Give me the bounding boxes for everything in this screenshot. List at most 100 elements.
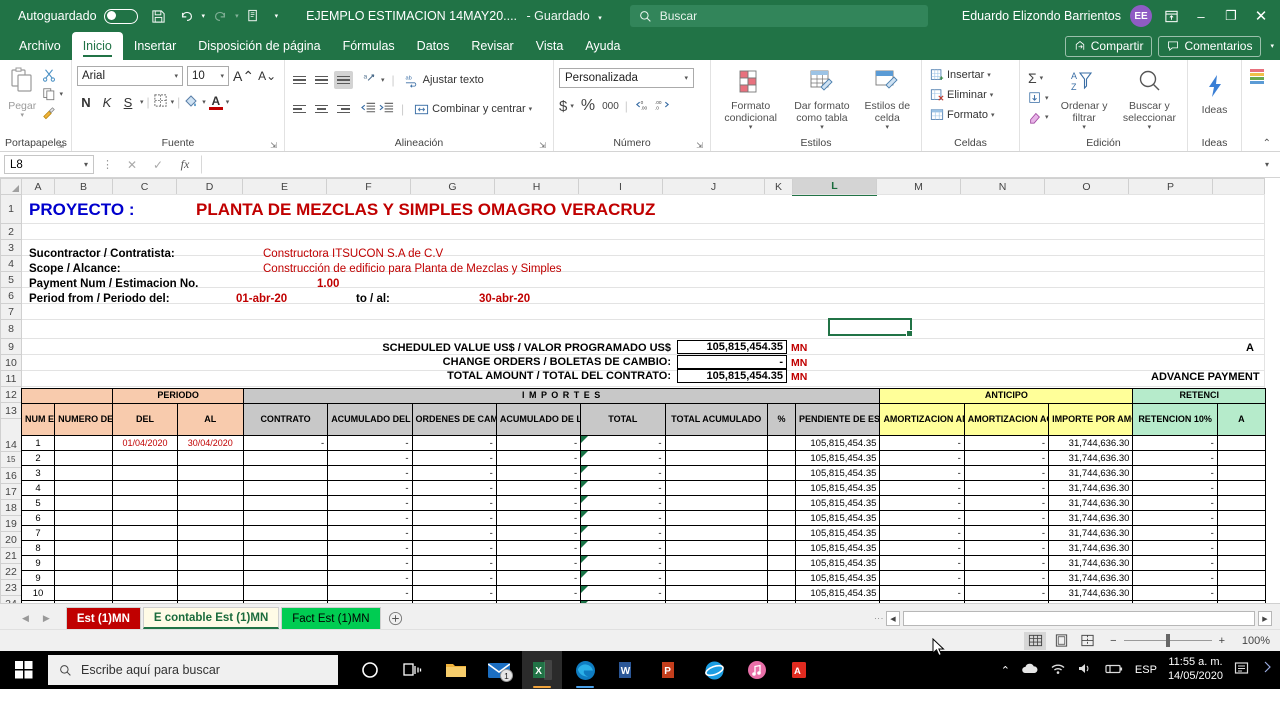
cell-amort[interactable]: - — [879, 525, 965, 541]
cell-amort_acum[interactable]: - — [963, 510, 1050, 526]
cell-retencion[interactable]: - — [1132, 540, 1218, 556]
cell-oc[interactable]: - — [411, 450, 497, 466]
row-header-1[interactable]: 1 — [0, 194, 22, 224]
total-amount-value[interactable]: 105,815,454.35 — [677, 369, 787, 383]
cell-pct[interactable] — [766, 480, 797, 496]
cell-acum_contrato[interactable]: - — [327, 495, 413, 511]
find-select-button[interactable]: Buscar y seleccionar ▾ — [1117, 65, 1182, 132]
cell-del[interactable] — [112, 600, 178, 603]
cell-factura[interactable] — [54, 600, 114, 603]
cut-button[interactable] — [39, 66, 66, 84]
sheet-tab-est-1-mn[interactable]: Est (1)MN — [65, 607, 141, 629]
cell-del[interactable] — [112, 465, 178, 481]
number-dialog-launcher[interactable]: ⇲ — [696, 141, 703, 150]
cell-est[interactable]: 6 — [21, 510, 56, 526]
cell-al[interactable] — [176, 555, 244, 571]
table-row[interactable]: 10- - - -105,815,454.35- -31,744,636.30- — [21, 585, 1267, 601]
cell-acum_contrato[interactable]: - — [327, 510, 413, 526]
tab-inicio[interactable]: Inicio — [71, 32, 123, 60]
cell-contrato[interactable] — [242, 570, 329, 586]
previous-sheet-icon[interactable]: ◀ — [22, 613, 29, 624]
redo-dropdown-icon[interactable]: ▾ — [235, 12, 239, 20]
cell-factura[interactable] — [54, 495, 114, 511]
row-header-16[interactable]: 16 — [0, 467, 22, 484]
column-header-e[interactable]: E — [242, 178, 327, 195]
column-header-i[interactable]: I — [578, 178, 663, 195]
cell-pendiente[interactable]: 105,815,454.35 — [794, 570, 881, 586]
cell-pct[interactable] — [766, 525, 797, 541]
increase-decimal-icon[interactable]: 0.00 — [634, 98, 651, 115]
cell-retencion[interactable]: - — [1132, 510, 1218, 526]
align-middle-icon[interactable] — [312, 71, 331, 89]
cell-del[interactable] — [112, 495, 178, 511]
windows-taskbar[interactable]: Escribe aquí para buscar 1 X W P A ⌃ ESP… — [0, 651, 1280, 689]
align-center-icon[interactable] — [312, 100, 331, 118]
cell-oc[interactable]: - — [411, 495, 497, 511]
cell-importe_amort[interactable]: 31,744,636.30 — [1048, 435, 1134, 451]
cell-al[interactable] — [176, 495, 244, 511]
cell-retencion-a[interactable] — [1216, 600, 1267, 603]
cell-amort[interactable]: - — [879, 585, 965, 601]
cell-amort_acum[interactable]: - — [963, 570, 1050, 586]
taskbar-app-icons[interactable]: 1 X W P A — [350, 651, 820, 689]
cell-factura[interactable] — [54, 585, 114, 601]
cell-pendiente[interactable]: 105,815,454.35 — [794, 555, 881, 571]
share-button[interactable]: Compartir — [1064, 35, 1153, 57]
column-header-k[interactable]: K — [764, 178, 793, 195]
page-layout-view-button[interactable] — [1050, 632, 1072, 650]
cell-pendiente[interactable]: 105,815,454.35 — [794, 465, 881, 481]
cell-total_acum[interactable] — [664, 435, 768, 451]
cell-al[interactable] — [176, 480, 244, 496]
clipboard-dialog-launcher[interactable]: ⇲ — [57, 141, 64, 150]
cell-retencion-a[interactable] — [1216, 540, 1267, 556]
row-header-4[interactable]: 4 — [0, 255, 22, 272]
column-header-f[interactable]: F — [326, 178, 411, 195]
cell-retencion[interactable]: - — [1132, 450, 1218, 466]
undo-dropdown-icon[interactable]: ▾ — [202, 12, 206, 20]
undo-icon[interactable] — [174, 3, 200, 29]
cell-al[interactable] — [176, 525, 244, 541]
column-header-b[interactable]: B — [54, 178, 113, 195]
decrease-indent-icon[interactable] — [361, 101, 376, 118]
cell-amort_acum[interactable]: - — [963, 540, 1050, 556]
cell-est[interactable]: 7 — [21, 525, 56, 541]
cell-amort[interactable]: - — [879, 480, 965, 496]
cell-del[interactable] — [112, 585, 178, 601]
alignment-dialog-launcher[interactable]: ⇲ — [539, 141, 546, 150]
battery-icon[interactable] — [1104, 662, 1124, 678]
cell-amort_acum[interactable]: - — [963, 555, 1050, 571]
cell-del[interactable] — [112, 540, 178, 556]
cell-pendiente[interactable]: 105,815,454.35 — [794, 510, 881, 526]
cell-oc[interactable]: - — [411, 540, 497, 556]
name-box[interactable]: L8 ▾ — [4, 155, 94, 174]
cell-del[interactable]: 01/04/2020 — [112, 435, 178, 451]
format-cells-button[interactable]: Formato ▾ — [927, 106, 997, 124]
copy-dropdown-icon[interactable]: ▾ — [59, 90, 63, 98]
cell-contrato[interactable]: - — [242, 435, 329, 451]
cell-importe_amort[interactable]: 31,744,636.30 — [1048, 540, 1134, 556]
cell-contrato[interactable] — [242, 585, 329, 601]
cell-est[interactable]: 11 — [21, 600, 56, 603]
row-header-11[interactable]: 11 — [0, 370, 22, 387]
decrease-decimal-icon[interactable]: .00.0 — [654, 98, 671, 115]
file-explorer-icon[interactable] — [436, 651, 476, 689]
sort-filter-button[interactable]: AZ Ordenar y filtrar ▾ — [1054, 65, 1115, 132]
align-right-icon[interactable] — [334, 100, 353, 118]
row-header-12[interactable]: 12 — [0, 386, 22, 403]
cell-pendiente[interactable]: 105,815,454.35 — [794, 480, 881, 496]
cell-pendiente[interactable]: 105,815,454.35 — [794, 450, 881, 466]
bold-button[interactable]: N — [77, 95, 95, 110]
row-header-8[interactable]: 8 — [0, 319, 22, 339]
row-header-20[interactable]: 20 — [0, 531, 22, 548]
taskbar-search-box[interactable]: Escribe aquí para buscar — [48, 655, 338, 685]
autosave-control[interactable]: Autoguardado — [4, 8, 146, 24]
merge-center-button[interactable]: Combinar y centrar ▾ — [411, 100, 535, 119]
font-dialog-launcher[interactable]: ⇲ — [270, 141, 277, 150]
cell-importe_amort[interactable]: 31,744,636.30 — [1048, 510, 1134, 526]
insert-cells-dropdown-icon[interactable]: ▾ — [987, 71, 991, 79]
borders-icon[interactable] — [153, 93, 168, 111]
spreadsheet-grid[interactable]: A B C D E F G H I J K L M N O P 1 2 3 4 … — [0, 178, 1280, 603]
clear-button[interactable]: ▾ — [1025, 108, 1052, 126]
fill-button[interactable]: ▾ — [1025, 89, 1052, 107]
cell-acum_contrato[interactable]: - — [327, 435, 413, 451]
